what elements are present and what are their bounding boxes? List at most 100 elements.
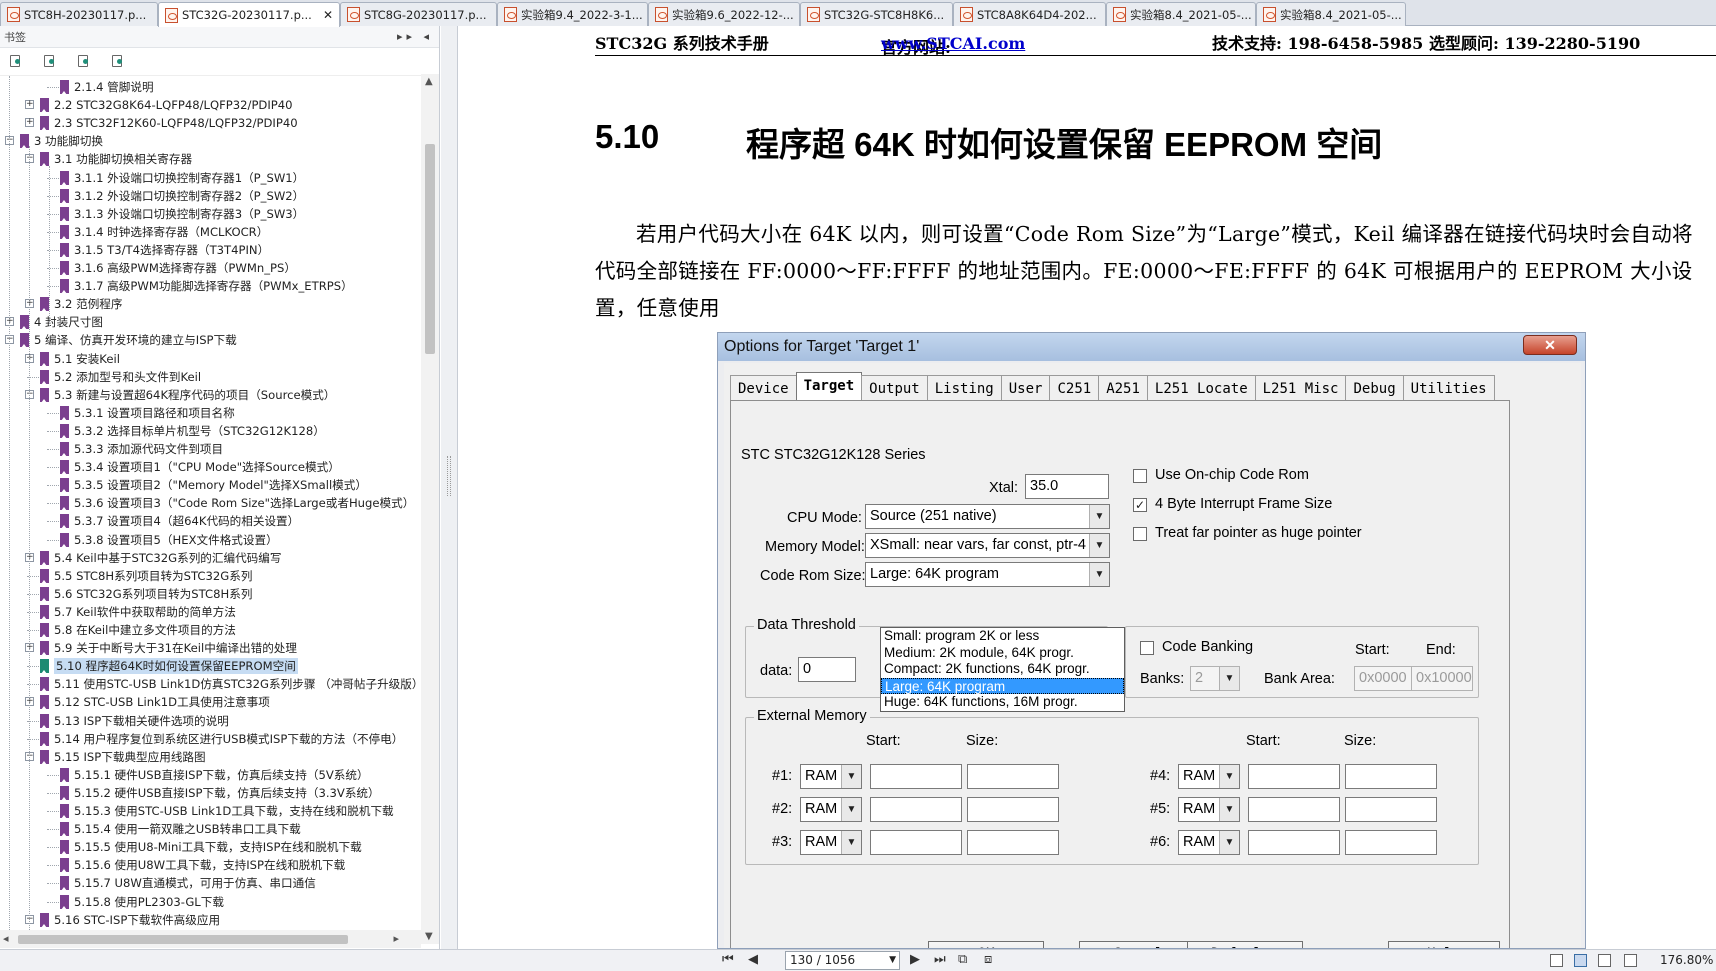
bookmark-item[interactable]: 5.15.8 使用PL2303-GL下载	[60, 893, 224, 911]
bookmark-item[interactable]: 5.15.6 使用U8W工具下载，支持ISP在线和脱机下载	[60, 856, 345, 874]
last-page-icon[interactable]: ⏭	[934, 952, 946, 967]
bookmark-item[interactable]: 5.3 新建与设置超64K程序代码的项目（Source模式）	[40, 386, 335, 404]
scroll-right-icon[interactable]: ▸	[393, 932, 399, 945]
chevron-down-icon: ▼	[841, 765, 861, 788]
bookmark-item[interactable]: 3 功能脚切换	[20, 132, 103, 150]
bookmark-item[interactable]: 2.3 STC32F12K60-LQFP48/LQFP32/PDIP40	[40, 114, 298, 132]
bookmark-item[interactable]: 3.1.5 T3/T4选择寄存器（T3T4PIN）	[60, 241, 269, 259]
bookmark-item[interactable]: 5.3.4 设置项目1（"CPU Mode"选择Source模式）	[60, 458, 340, 476]
pdf-file-icon	[655, 7, 668, 22]
single-page-view-icon[interactable]	[1550, 954, 1563, 967]
two-page-continuous-view-icon[interactable]	[1624, 954, 1637, 967]
bookmark-item[interactable]: 3.1.1 外设端口切换控制寄存器1（P_SW1）	[60, 169, 304, 187]
document-tab[interactable]: 实验箱9.4_2022-3-1...	[497, 2, 648, 26]
bookmark-item[interactable]: 5.9 关于中断号大于31在Keil中编译出错的处理	[40, 639, 297, 657]
zoom-level[interactable]: 176.80%	[1660, 953, 1713, 967]
bookmark-item[interactable]: 3.1.3 外设端口切换控制寄存器3（P_SW3）	[60, 205, 304, 223]
bookmark-item[interactable]: 5.15.3 使用STC-USB Link1D工具下载，支持在线和脱机下载	[60, 802, 394, 820]
first-page-icon[interactable]: ⏮	[722, 952, 734, 967]
scroll-thumb[interactable]	[425, 144, 435, 354]
bookmark-vertical-scrollbar[interactable]: ▲ ▼	[421, 74, 439, 944]
bookmark-item[interactable]: 3.1.7 高级PWM功能脚选择寄存器（PWMx_ETRPS）	[60, 277, 353, 295]
document-tab[interactable]: 实验箱8.4_2021-05-...	[1106, 2, 1256, 26]
ext-mem-type-select: RAM ▼	[800, 764, 862, 789]
bookmark-item[interactable]: 5.3.8 设置项目5（HEX文件格式设置）	[60, 531, 278, 549]
bookmark-icon	[40, 731, 49, 747]
status-bar: ⏮ ◀ 130 / 1056 ▼ ▶ ⏭ ⧉ ⧈ 176.80%	[0, 949, 1716, 971]
bookmark-item[interactable]: 5.2 添加型号和头文件到Keil	[40, 368, 201, 386]
bookmark-item[interactable]: 5.16 STC-ISP下载软件高级应用	[40, 911, 220, 929]
fit-width-icon[interactable]: ⧈	[984, 952, 992, 967]
pdf-file-icon	[1113, 7, 1126, 22]
bookmark-item[interactable]: 3.1.2 外设端口切换控制寄存器2（P_SW2）	[60, 187, 304, 205]
bookmark-item[interactable]: 5.6 STC32G系列项目转为STC8H系列	[40, 585, 252, 603]
bookmark-horizontal-scrollbar[interactable]: ◂ ▸	[0, 930, 421, 948]
chevron-down-icon[interactable]: ▼	[889, 952, 896, 969]
bookmark-item[interactable]: 4 封装尺寸图	[20, 313, 103, 331]
bookmark-item[interactable]: 5.3.7 设置项目4（超64K代码的相关设置）	[60, 512, 299, 530]
document-tab[interactable]: STC8H-20230117.p...	[0, 2, 158, 26]
bookmark-item[interactable]: 5.4 Keil中基于STC32G系列的汇编代码编写	[40, 549, 281, 567]
bookmark-item[interactable]: 3.2 范例程序	[40, 295, 123, 313]
bookmark-item[interactable]: 5.15.2 硬件USB直接ISP下载，仿真后续支持（3.3V系统）	[60, 784, 380, 802]
bookmark-item[interactable]: 5.14 用户程序复位到系统区进行USB模式ISP下载的方法（不停电）	[40, 730, 403, 748]
bookmark-item[interactable]: 3.1.6 高级PWM选择寄存器（PWMn_PS）	[60, 259, 296, 277]
document-tab[interactable]: STC8G-20230117.p...	[340, 2, 497, 26]
bookmark-item[interactable]: 3.1.4 时钟选择寄存器（MCLKOCR）	[60, 223, 268, 241]
document-tab[interactable]: STC8A8K64D4-202...	[953, 2, 1106, 26]
scroll-up-icon[interactable]: ▲	[425, 76, 433, 87]
bookmark-item[interactable]: 5.15.1 硬件USB直接ISP下载，仿真后续支持（5V系统）	[60, 766, 369, 784]
bookmark-item[interactable]: 3.1 功能脚切换相关寄存器	[40, 150, 192, 168]
bookmark-item[interactable]: 2.1.4 管脚说明	[60, 78, 154, 96]
bookmark-item[interactable]: 5.1 安装Keil	[40, 350, 120, 368]
two-page-view-icon[interactable]	[1598, 954, 1611, 967]
document-tab[interactable]: STC32G-STC8H8K6...	[800, 2, 953, 26]
fit-page-icon[interactable]: ⧉	[958, 952, 967, 967]
continuous-view-icon[interactable]	[1574, 954, 1587, 967]
next-page-icon[interactable]: ▶	[910, 952, 920, 967]
bookmark-item[interactable]: 2.2 STC32G8K64-LQFP48/LQFP32/PDIP40	[40, 96, 293, 114]
bookmark-item[interactable]: 5 编译、仿真开发环境的建立与ISP下载	[20, 331, 237, 349]
bookmark-collapse-icon[interactable]	[42, 54, 58, 70]
scroll-down-icon[interactable]: ▼	[425, 931, 433, 942]
code-rom-option: Medium: 2K module, 64K progr.	[884, 644, 1074, 660]
bookmark-item[interactable]: 5.8 在Keil中建立多文件项目的方法	[40, 621, 236, 639]
bookmark-item[interactable]: 5.3.3 添加源代码文件到项目	[60, 440, 223, 458]
dialog-tab: Device	[730, 375, 797, 401]
bookmark-item[interactable]: 5.7 Keil软件中获取帮助的简单方法	[40, 603, 236, 621]
bookmark-item[interactable]: 5.11 使用STC-USB Link1D仿真STC32G系列步骤 （冲哥帖子升…	[40, 675, 420, 693]
bookmark-icon	[20, 333, 29, 349]
bookmark-icon	[40, 677, 49, 693]
bookmark-find-icon[interactable]	[110, 54, 126, 70]
bookmark-item[interactable]: 5.3.5 设置项目2（"Memory Model"选择XSmall模式）	[60, 476, 367, 494]
expand-icon[interactable]: +	[25, 118, 34, 128]
bookmark-item[interactable]: 5.10 程序超64K时如何设置保留EEPROM空间	[40, 657, 298, 675]
document-tab[interactable]: 实验箱8.4_2021-05-...	[1256, 2, 1406, 26]
bookmark-item[interactable]: 5.15 ISP下载典型应用线路图	[40, 748, 206, 766]
code-banking-group: Code Banking Start: End: Banks: 2 ▼ Bank …	[1125, 626, 1479, 698]
panel-splitter[interactable]	[441, 26, 458, 949]
page-number-input[interactable]: 130 / 1056 ▼	[785, 951, 900, 970]
website-link[interactable]: www.STCAI.com	[881, 34, 1025, 53]
bookmark-item[interactable]: 5.15.5 使用U8-Mini工具下载，支持ISP在线和脱机下载	[60, 838, 362, 856]
bookmark-expand-icon[interactable]	[8, 54, 24, 70]
bookmark-item[interactable]: 5.12 STC-USB Link1D工具使用注意事项	[40, 693, 270, 711]
bookmark-add-icon[interactable]	[76, 54, 92, 70]
bookmark-icon	[60, 442, 69, 457]
bookmark-item[interactable]: 5.13 ISP下载相关硬件选项的说明	[40, 712, 229, 730]
bookmark-icon	[60, 405, 69, 421]
expand-icon[interactable]: +	[25, 100, 34, 110]
document-tab[interactable]: 实验箱9.6_2022-12-...	[648, 2, 800, 26]
bookmark-item[interactable]: 5.3.1 设置项目路径和项目名称	[60, 404, 235, 422]
scroll-thumb-horizontal[interactable]	[18, 935, 348, 944]
scroll-left-icon[interactable]: ◂	[3, 932, 9, 945]
document-tab[interactable]: STC32G-20230117.p... ✕	[158, 2, 340, 27]
close-tab-icon[interactable]: ✕	[319, 8, 333, 22]
bookmark-item[interactable]: 5.5 STC8H系列项目转为STC32G系列	[40, 567, 252, 585]
panel-controls[interactable]: ▸▸ ◂	[397, 30, 433, 43]
bookmark-item[interactable]: 5.15.7 U8W直通模式，可用于仿真、串口通信	[60, 874, 316, 892]
previous-page-icon[interactable]: ◀	[748, 952, 758, 967]
bookmark-item[interactable]: 5.3.6 设置项目3（"Code Rom Size"选择Large或者Huge…	[60, 494, 414, 512]
bookmark-item[interactable]: 5.3.2 选择目标单片机型号（STC32G12K128）	[60, 422, 325, 440]
bookmark-item[interactable]: 5.15.4 使用一箭双雕之USB转串口工具下载	[60, 820, 301, 838]
